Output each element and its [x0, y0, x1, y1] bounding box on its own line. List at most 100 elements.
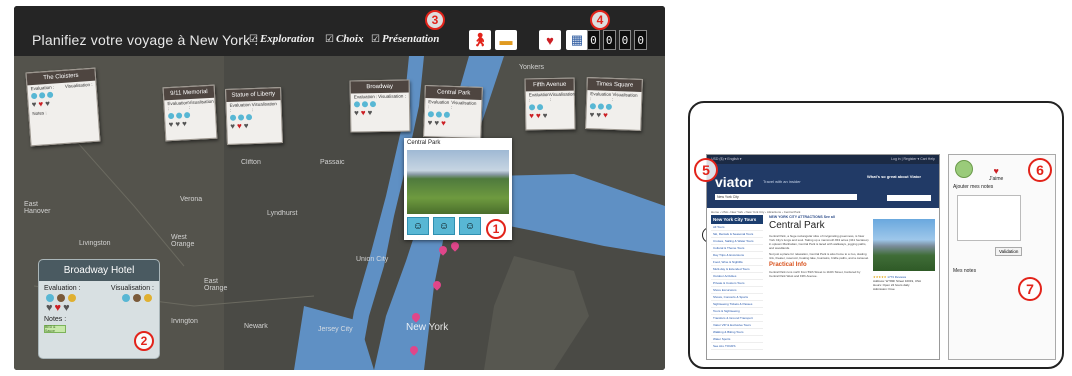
practical-info-heading: Practical Info: [769, 262, 807, 268]
sidebar-item[interactable]: Water Sports: [711, 336, 763, 343]
sidebar-item[interactable]: Food, Wine & Nightlife: [711, 259, 763, 266]
add-notes-title: Ajouter mes notes: [953, 184, 994, 190]
sidebar-item[interactable]: Multi-day & Extended Tours: [711, 266, 763, 273]
sidebar-item[interactable]: Viator VIP & Exclusive Tours: [711, 322, 763, 329]
map-label: West Orange: [171, 234, 195, 248]
top-bar: Planifiez votre voyage à New York : ☑ Exp…: [14, 6, 665, 56]
attraction-card[interactable]: Fifth Avenue Evaluation : Visualisation :…: [524, 77, 576, 131]
hotel-visualisation-label: Visualisation :: [110, 285, 154, 292]
map-label: Clifton: [241, 159, 261, 166]
map-label: East Hanover: [24, 201, 51, 215]
attraction-card[interactable]: The Cloisters Evaluation : Visualisation …: [25, 67, 101, 147]
map-label: Passaic: [320, 159, 345, 166]
heart-icon[interactable]: ♥: [31, 100, 36, 109]
step-exploration[interactable]: ☑ Exploration: [249, 33, 314, 45]
map-label: Yonkers: [519, 64, 545, 71]
article-kicker[interactable]: NEW YORK CITY ATTRACTIONS See all: [769, 215, 869, 219]
attraction-card[interactable]: Statue of Liberty Evaluation : Visualisat…: [225, 87, 283, 145]
whats-great-link[interactable]: What's so great about Viator: [867, 174, 921, 179]
map-label: Livingston: [79, 240, 111, 247]
callout-badge: 5: [694, 158, 718, 182]
central-park-photo: [407, 150, 509, 214]
user-avatar[interactable]: ☺: [407, 217, 429, 235]
popup-title: Central Park: [407, 140, 441, 146]
hiker-icon: 🚶︎: [471, 32, 489, 47]
article-paragraph: Central Park, a huge rectangular slice o…: [769, 234, 869, 250]
sidebar-item[interactable]: Cultural & Theme Tours: [711, 245, 763, 252]
timer-digit: 0: [602, 30, 616, 50]
attraction-card[interactable]: Times Square Evaluation : Visualisation :…: [585, 77, 643, 131]
grid-icon: ▦: [570, 32, 584, 47]
grid-view-button[interactable]: ▦: [566, 30, 588, 50]
attraction-card[interactable]: Broadway Evaluation : Visualisation : ♥ ♥ ♥: [349, 79, 411, 133]
callout-badge: 7: [1018, 277, 1042, 301]
card-title: Broadway: [350, 80, 409, 94]
hotel-title: Broadway Hotel: [39, 260, 159, 281]
map-label: East Orange: [204, 278, 228, 292]
sidebar-item[interactable]: Shows, Concerts & Sports: [711, 294, 763, 301]
callout-badge: 2: [134, 331, 154, 351]
site-search-input[interactable]: [887, 195, 931, 201]
notes-panel: ♥ J'aime Ajouter mes notes Validation Mes…: [948, 154, 1056, 360]
map-label: Irvington: [171, 318, 198, 325]
hotel-evaluation-label: Evaluation :: [44, 285, 81, 292]
like-button[interactable]: ♥ J'aime: [989, 166, 1003, 182]
sidebar-item[interactable]: See ALL TOURS: [711, 343, 763, 350]
sidebar-item[interactable]: Walking & Biking Tours: [711, 329, 763, 336]
heart-icon[interactable]: ♥: [38, 99, 43, 108]
heart-icon[interactable]: ♥: [46, 303, 53, 314]
sidebar-item[interactable]: Cruises, Sailing & Water Tours: [711, 238, 763, 245]
timer-digit: 0: [618, 30, 632, 50]
sidebar-item[interactable]: All Tours: [711, 224, 763, 231]
article-heading: Central Park: [769, 220, 825, 231]
check-icon: ☑: [371, 34, 380, 45]
callout-badge: 4: [590, 10, 610, 30]
step-presentation[interactable]: ☑ Présentation: [371, 33, 439, 45]
step-choix[interactable]: ☑ Choix: [325, 33, 363, 45]
hotels-button[interactable]: ▬: [495, 30, 517, 50]
my-notes-title: Mes notes: [953, 268, 977, 274]
map-label: New York: [406, 322, 449, 333]
viator-webpage: USD ($) ▾ English ▾ Log in | Register ▾ …: [706, 154, 940, 360]
heart-icon[interactable]: ♥: [55, 303, 62, 314]
bed-icon: ▬: [499, 32, 513, 48]
sidebar-item[interactable]: Sightseeing Tickets & Passes: [711, 301, 763, 308]
user-thumbnails: ☺ ☺ ☺: [407, 217, 481, 235]
attraction-card[interactable]: Central Park Evaluation : Visualisation :…: [423, 85, 483, 139]
destination-search[interactable]: New York City: [715, 194, 857, 200]
attraction-card[interactable]: 9/11 Memorial Evaluation : Visualisation …: [162, 84, 218, 142]
heart-icon: ♥: [993, 166, 999, 176]
tablet-device: USD ($) ▾ English ▾ Log in | Register ▾ …: [688, 101, 1064, 369]
map-label: Lyndhurst: [267, 210, 298, 217]
tours-sidebar: New York City Tours All Tours Ski, Renta…: [711, 215, 763, 359]
check-icon: ☑: [325, 34, 334, 45]
user-avatar[interactable]: ☺: [459, 217, 481, 235]
notes-textarea[interactable]: [957, 195, 1021, 241]
activities-button[interactable]: 🚶︎: [469, 30, 491, 50]
map-label: Verona: [180, 196, 203, 203]
heart-icon[interactable]: ♥: [63, 303, 70, 314]
sidebar-item[interactable]: Ski, Rentals & Seasonal Tours: [711, 231, 763, 238]
validate-button[interactable]: Validation: [995, 247, 1023, 256]
sidebar-item[interactable]: Tours & Sightseeing: [711, 308, 763, 315]
tabletop-screen: Planifiez votre voyage à New York : ☑ Exp…: [14, 6, 665, 370]
sidebar-item[interactable]: Shore Excursions: [711, 287, 763, 294]
callout-badge: 6: [1028, 158, 1052, 182]
sidebar-item[interactable]: Outdoor Activities: [711, 273, 763, 280]
timer-digit: 0: [587, 30, 600, 50]
page-title: Planifiez votre voyage à New York :: [32, 32, 259, 48]
note-tag[interactable]: BED & Sauce: [44, 325, 66, 333]
central-park-photo[interactable]: [873, 219, 935, 271]
map-label: Union City: [356, 256, 389, 263]
map-label: Newark: [244, 323, 268, 330]
user-avatar[interactable]: ☺: [433, 217, 455, 235]
sidebar-item[interactable]: Private & Custom Tours: [711, 280, 763, 287]
heart-icon: ♥: [546, 32, 554, 48]
sidebar-item[interactable]: Day Trips & Excursions: [711, 252, 763, 259]
viator-logo[interactable]: viator: [715, 174, 753, 190]
heart-icon[interactable]: ♥: [45, 99, 50, 108]
site-tagline: Travel with an insider: [763, 179, 801, 184]
callout-badge: 3: [425, 10, 445, 30]
sidebar-item[interactable]: Transfers & Ground Transport: [711, 315, 763, 322]
favorites-button[interactable]: ♥: [539, 30, 561, 50]
